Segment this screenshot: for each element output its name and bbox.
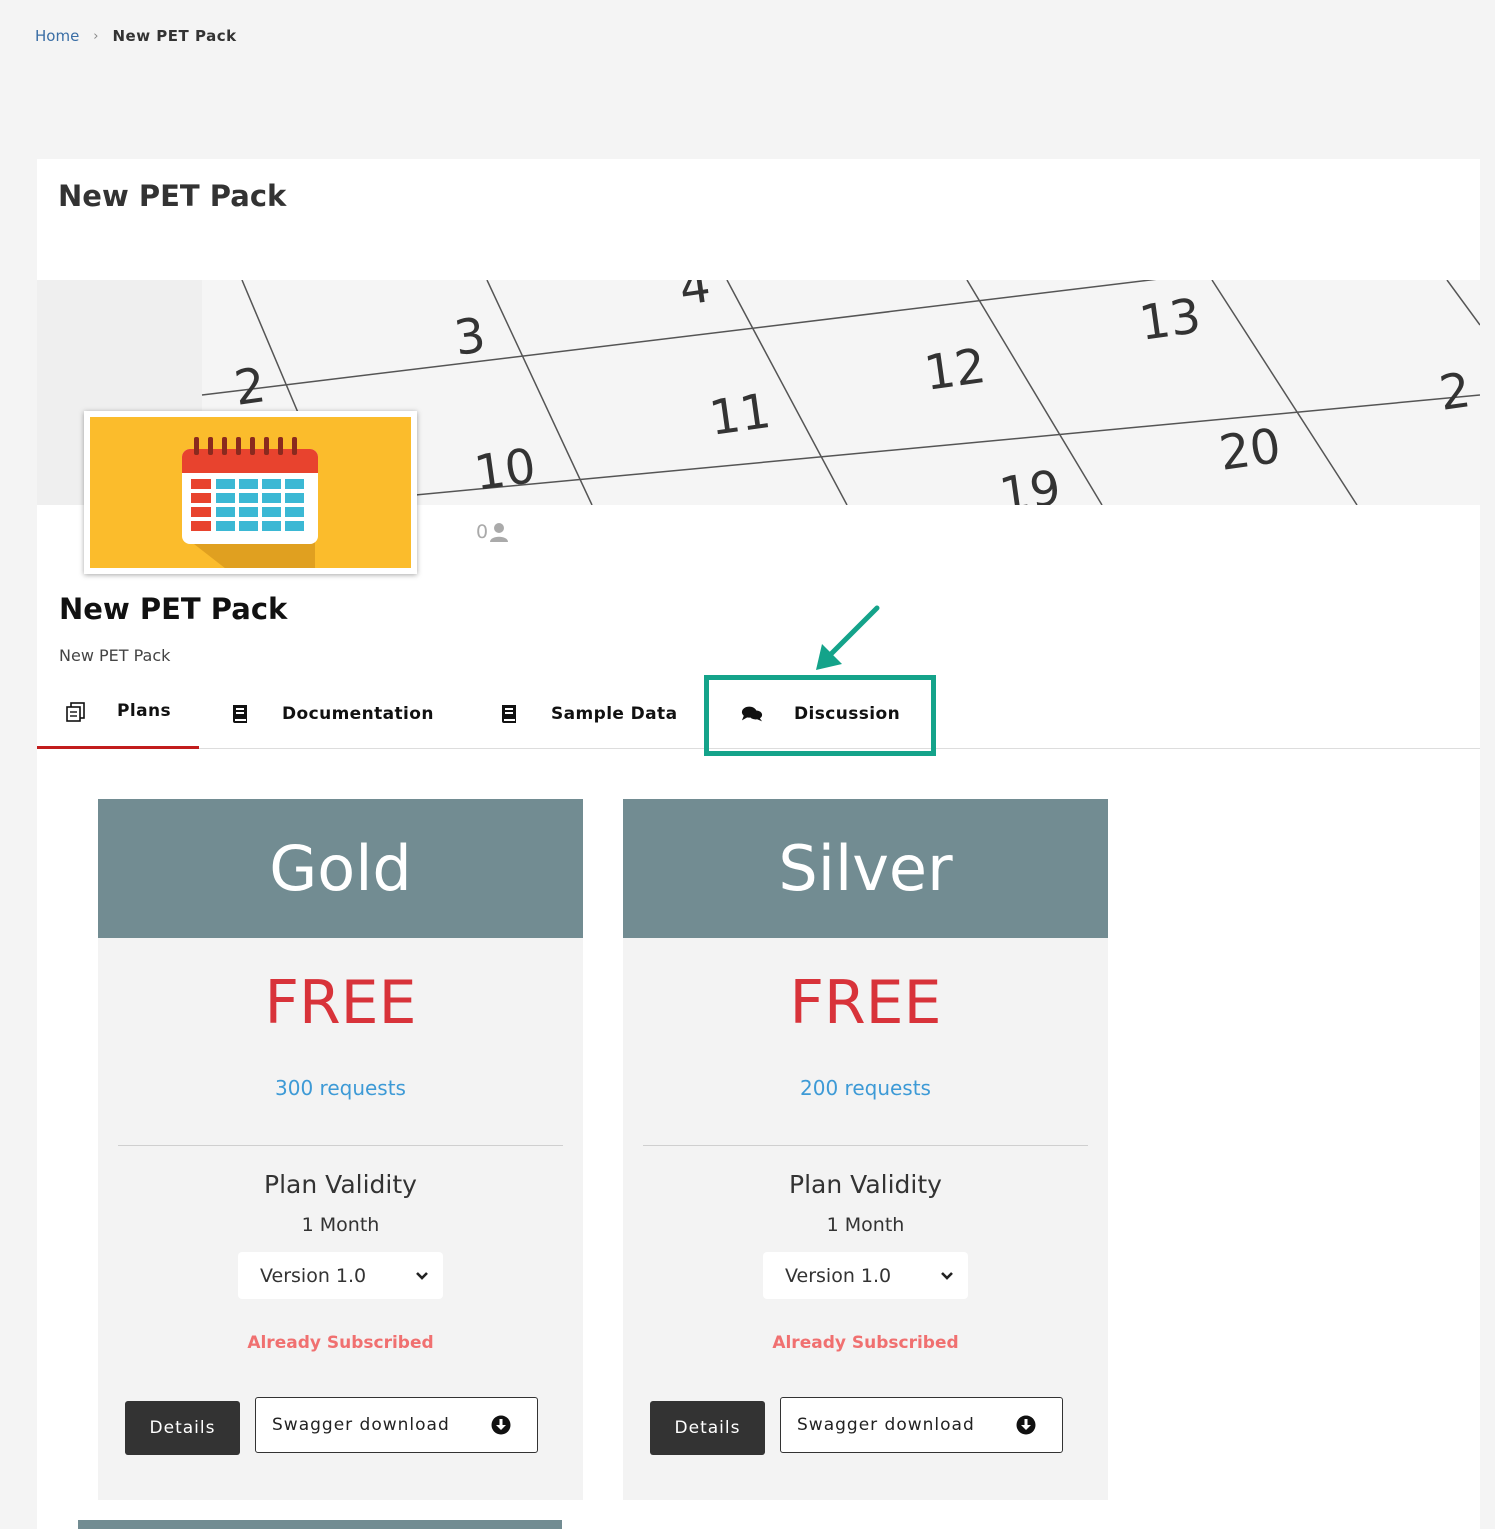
download-circle-icon [1016, 1415, 1036, 1435]
plan-name: Silver [623, 799, 1108, 938]
plan-name: Gold [98, 799, 583, 938]
subscriber-count: 0 [476, 521, 509, 543]
tab-documentation-label: Documentation [282, 703, 434, 724]
arrow-down-left-icon [816, 605, 880, 670]
copy-icon [65, 701, 87, 723]
tab-sample-data-label: Sample Data [551, 703, 678, 724]
tab-sample-data[interactable]: Sample Data [498, 678, 718, 749]
banner-number: 11 [706, 383, 774, 447]
plan-card-silver: Silver FREE 200 requests Plan Validity 1… [623, 799, 1108, 1500]
breadcrumb-separator: › [93, 28, 99, 44]
download-circle-icon [491, 1415, 511, 1435]
swagger-download-label: Swagger download [272, 1415, 450, 1435]
breadcrumb-home-link[interactable]: Home [35, 27, 79, 45]
api-logo [84, 411, 417, 574]
breadcrumb: Home › New PET Pack [35, 27, 237, 45]
book-icon [498, 703, 520, 725]
tab-plans-label: Plans [117, 701, 171, 721]
plan-validity-label: Plan Validity [789, 1170, 942, 1199]
api-name: New PET Pack [59, 592, 288, 626]
version-select[interactable]: Version 1.0 [763, 1252, 968, 1299]
plan-requests: 300 requests [275, 1076, 406, 1100]
divider [643, 1145, 1088, 1146]
subscriber-count-value: 0 [476, 521, 489, 543]
plan-card-gold: Gold FREE 300 requests Plan Validity 1 M… [98, 799, 583, 1500]
plan-card-next-header [78, 1520, 562, 1529]
tab-documentation[interactable]: Documentation [229, 678, 449, 749]
plan-validity-value: 1 Month [826, 1214, 905, 1236]
chevron-down-icon [941, 1271, 953, 1280]
tab-plans[interactable]: Plans [37, 678, 199, 749]
plan-validity-label: Plan Validity [264, 1170, 417, 1199]
plan-price: FREE [789, 968, 942, 1038]
page-title: New PET Pack [58, 179, 287, 213]
plan-requests: 200 requests [800, 1076, 931, 1100]
api-description: New PET Pack [59, 646, 171, 665]
divider [118, 1145, 563, 1146]
plan-validity-value: 1 Month [301, 1214, 380, 1236]
version-select-value: Version 1.0 [260, 1264, 367, 1287]
book-icon [229, 703, 251, 725]
details-button[interactable]: Details [125, 1401, 240, 1455]
version-select[interactable]: Version 1.0 [238, 1252, 443, 1299]
banner-number: 12 [921, 338, 989, 402]
banner-number: 20 [1216, 418, 1284, 482]
version-select-value: Version 1.0 [785, 1264, 892, 1287]
banner-number: 10 [471, 438, 539, 502]
details-button[interactable]: Details [650, 1401, 765, 1455]
discussion-highlight-box [704, 675, 936, 756]
calendar-icon [182, 437, 318, 568]
banner-number: 13 [1136, 288, 1204, 352]
swagger-download-label: Swagger download [797, 1415, 975, 1435]
swagger-download-button[interactable]: Swagger download [780, 1397, 1063, 1453]
swagger-download-button[interactable]: Swagger download [255, 1397, 538, 1453]
breadcrumb-current: New PET Pack [112, 27, 237, 45]
plan-price: FREE [264, 968, 417, 1038]
subscription-status: Already Subscribed [772, 1333, 959, 1353]
user-icon [490, 523, 509, 542]
subscription-status: Already Subscribed [247, 1333, 434, 1353]
api-card: New PET Pack 2 3 4 10 11 12 13 19 20 2 0… [37, 159, 1480, 1529]
banner-number: 19 [996, 460, 1064, 505]
chevron-down-icon [416, 1271, 428, 1280]
